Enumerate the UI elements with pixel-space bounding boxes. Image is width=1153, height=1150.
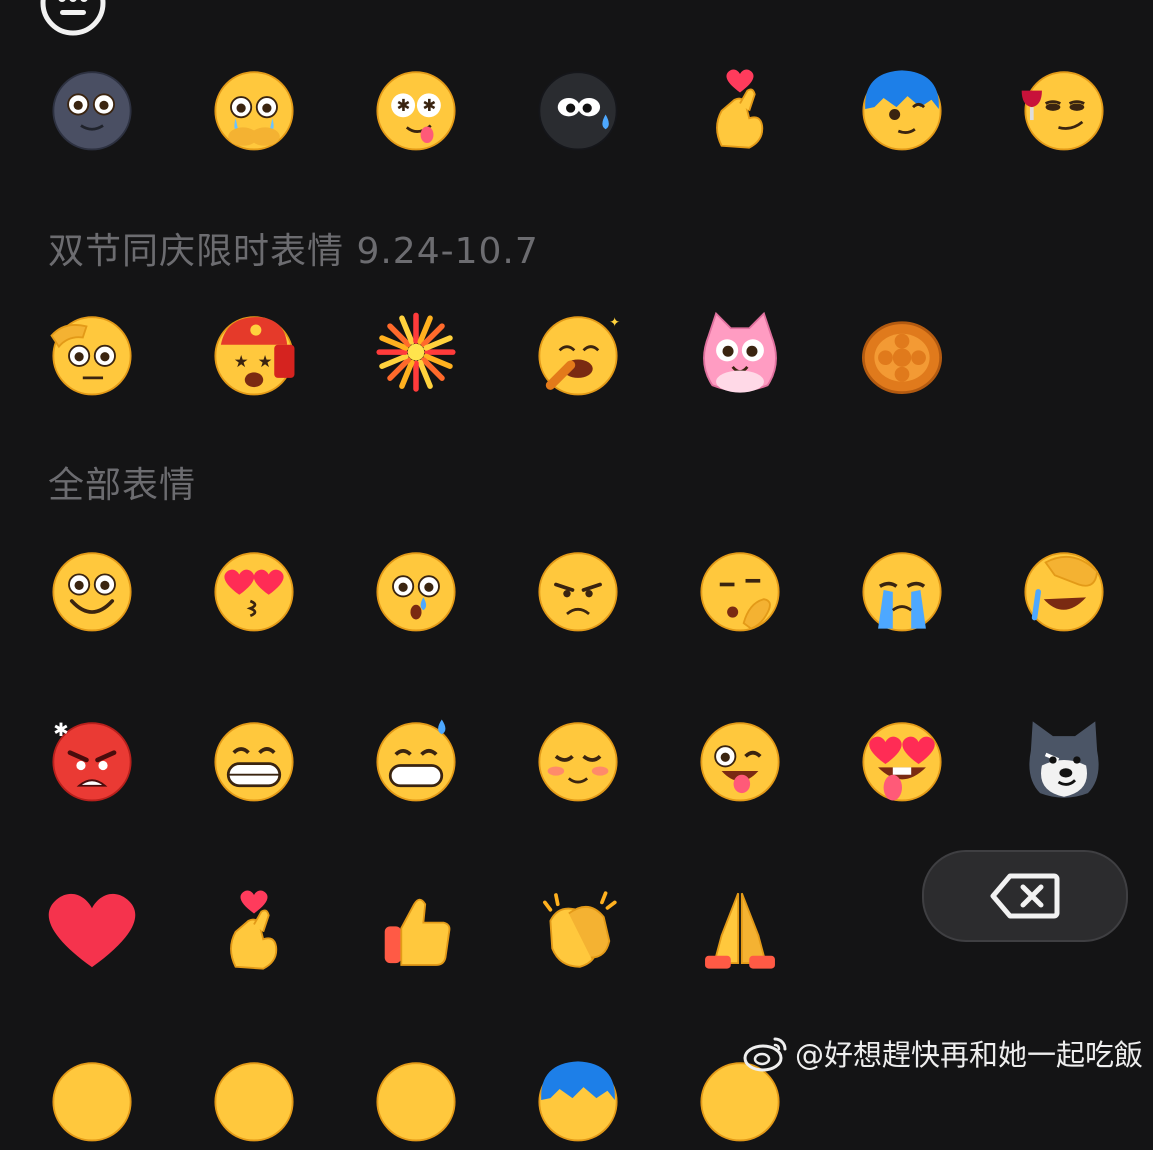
finger-heart-hand-emoji[interactable] (690, 59, 790, 159)
section-title-all: 全部表情 (48, 465, 197, 506)
thinking-face-icon (700, 552, 780, 632)
heart-eyes-kiss-face-icon (214, 552, 294, 632)
eating-yummy-face-icon: ✦ (538, 315, 620, 396)
thumbs-up-icon (384, 898, 451, 966)
blushing-content-face-icon (538, 722, 618, 802)
husky-dog-face-emoji[interactable] (1014, 710, 1114, 810)
blue-hair-face-emoji[interactable] (852, 59, 952, 159)
mooncake-icon (861, 321, 943, 395)
thinking-face-emoji[interactable] (690, 540, 790, 640)
star-face-partial-emoji[interactable] (366, 1050, 466, 1150)
crying-grateful-face-icon (214, 71, 294, 151)
facepalm-laughing-face-emoji[interactable] (1014, 540, 1114, 640)
loudly-crying-face-icon (862, 552, 942, 632)
svg-text:★: ★ (258, 352, 273, 371)
winking-tongue-face-emoji[interactable] (690, 710, 790, 810)
mooncake-emoji[interactable] (852, 304, 952, 404)
angry-face-emoji[interactable]: ✱ (42, 710, 142, 810)
red-heart-emoji[interactable] (42, 880, 142, 980)
emoji-row-all-1 (0, 540, 1153, 640)
fireworks-icon (376, 312, 456, 392)
smiling-face-emoji[interactable] (42, 540, 142, 640)
salute-face-emoji[interactable] (42, 304, 142, 404)
svg-text:✱: ✱ (397, 96, 411, 115)
cowboy-face-partial-icon (52, 1062, 132, 1142)
face-partial-emoji[interactable] (204, 1050, 304, 1150)
blue-hair-face-icon (862, 70, 942, 151)
star-face-partial-icon (376, 1062, 456, 1142)
pink-cat-mascot-emoji[interactable] (690, 304, 790, 404)
face-partial-icon (214, 1062, 294, 1142)
eating-yummy-face-emoji[interactable]: ✦ (528, 304, 628, 404)
angry-face-icon: ✱ (52, 720, 132, 802)
clapping-hands-icon (543, 891, 617, 968)
emoji-row-recent: ✱ ✱ (0, 59, 1153, 159)
shocked-sweat-face-icon (376, 552, 456, 632)
heart-eyes-tongue-face-icon (862, 722, 942, 802)
heart-eyes-kiss-face-emoji[interactable] (204, 540, 304, 640)
dark-moon-face-icon (52, 71, 132, 151)
big-grin-face-icon (214, 722, 294, 802)
facepalm-laughing-face-icon (1024, 552, 1104, 632)
clapping-hands-emoji[interactable] (528, 880, 628, 980)
wine-smug-face-emoji[interactable] (1014, 59, 1114, 159)
backspace-icon (990, 873, 1060, 919)
folded-hands-icon (705, 892, 775, 969)
section-title-limited: 双节同庆限时表情 9.24-10.7 (48, 231, 539, 272)
annoyed-face-icon (538, 552, 618, 632)
emoji-row-all-2: ✱ (0, 710, 1153, 810)
thumbs-up-emoji[interactable] (366, 880, 466, 980)
fireworks-emoji[interactable] (366, 304, 466, 404)
husky-dog-face-icon (1029, 721, 1099, 798)
svg-text:✦: ✦ (609, 315, 620, 330)
winking-tongue-face-icon (700, 722, 780, 802)
red-envelope-mascot-emoji[interactable]: ★ ★ (204, 304, 304, 404)
watermark: @好想趕快再和她一起吃飯 (743, 1032, 1143, 1074)
weibo-icon (743, 1037, 787, 1072)
finger-heart-hand-emoji[interactable] (204, 880, 304, 980)
delete-button[interactable] (922, 850, 1128, 942)
annoyed-face-emoji[interactable] (528, 540, 628, 640)
blue-hair-partial-emoji[interactable] (528, 1050, 628, 1150)
dark-moon-face-emoji[interactable] (42, 59, 142, 159)
red-envelope-mascot-icon: ★ ★ (214, 316, 295, 396)
finger-heart-hand-icon (230, 890, 278, 970)
big-grin-face-emoji[interactable] (204, 710, 304, 810)
grin-sweat-face-emoji[interactable] (366, 710, 466, 810)
shocked-sweat-face-emoji[interactable] (366, 540, 466, 640)
red-heart-icon (48, 893, 136, 968)
pink-cat-mascot-icon (703, 311, 777, 393)
cowboy-face-partial-emoji[interactable] (42, 1050, 142, 1150)
grin-sweat-face-icon (376, 719, 456, 802)
blue-hair-partial-icon (538, 1061, 618, 1142)
black-blob-sweat-icon (538, 71, 618, 151)
black-blob-sweat-emoji[interactable] (528, 59, 628, 159)
emoji-row-limited: ★ ★ ✦ (0, 304, 1153, 404)
dizzy-star-eyes-face-emoji[interactable]: ✱ ✱ (366, 59, 466, 159)
wine-smug-face-icon (1021, 71, 1104, 151)
loudly-crying-face-emoji[interactable] (852, 540, 952, 640)
svg-text:★: ★ (234, 352, 249, 371)
emoji-keyboard-icon[interactable] (40, 0, 106, 40)
folded-hands-emoji[interactable] (690, 880, 790, 980)
blushing-content-face-emoji[interactable] (528, 710, 628, 810)
svg-text:✱: ✱ (53, 720, 68, 741)
salute-face-icon (50, 316, 132, 396)
svg-text:✱: ✱ (422, 96, 436, 115)
dizzy-star-eyes-face-icon: ✱ ✱ (376, 71, 456, 151)
heart-eyes-tongue-face-emoji[interactable] (852, 710, 952, 810)
smiling-face-icon (52, 552, 132, 632)
watermark-text: @好想趕快再和她一起吃飯 (794, 1038, 1143, 1072)
finger-heart-hand-icon (716, 69, 764, 149)
crying-grateful-face-emoji[interactable] (204, 59, 304, 159)
